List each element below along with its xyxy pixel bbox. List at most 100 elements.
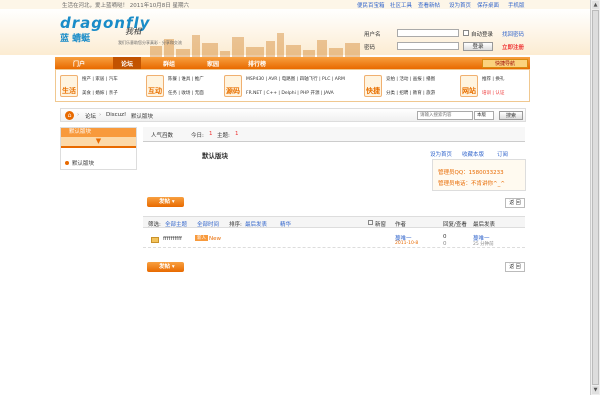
sidebar-title: 默认版块	[61, 128, 136, 137]
breadcrumb-sep: ›	[124, 112, 127, 118]
home-icon[interactable]: ⌂	[65, 111, 74, 120]
sidebar-title-text: 默认版块	[69, 129, 92, 135]
new-post-button-bottom[interactable]: 发帖 ▾	[147, 262, 184, 272]
search-input[interactable]	[417, 111, 473, 120]
breadcrumb-sep: ›	[99, 112, 102, 118]
password-input[interactable]	[397, 42, 459, 50]
table-row: ffffffffff 新人 New 蔓唯一 2011-10-8 0 0 蔓唯一 …	[143, 233, 525, 248]
subnav-links[interactable]: 培训 | 认证	[482, 90, 504, 96]
autologin-label: 自动登录	[471, 32, 494, 38]
search-button[interactable]: 搜索	[499, 111, 523, 120]
new-post-button[interactable]: 发帖 ▾	[147, 197, 184, 207]
breadcrumb-sep: ›	[77, 112, 80, 118]
username-input[interactable]	[397, 29, 459, 37]
site-icon[interactable]: 网站	[460, 75, 478, 97]
autologin-checkbox[interactable]	[463, 30, 469, 36]
password-label: 密码	[364, 45, 376, 51]
register-link[interactable]: 立即注册	[502, 43, 524, 51]
subnav-links[interactable]: 搜产 | 家居 | 汽车	[82, 76, 118, 82]
breadcrumb-forum[interactable]: 论坛	[85, 112, 96, 120]
col-last-post: 最后发表	[473, 222, 496, 228]
life-icon[interactable]: 生活	[60, 75, 78, 97]
breadcrumb: ⌂ › 论坛 › Discuz! › 默认版块 本版 搜索	[60, 108, 526, 122]
subscribe-action[interactable]: 订阅	[497, 150, 508, 158]
sidebar: 默认版块 ▼ 默认版块	[60, 127, 137, 170]
scroll-thumb[interactable]	[592, 10, 599, 385]
set-homepage-link[interactable]: 设为首页	[449, 1, 471, 9]
filter-time[interactable]: 全部时间	[197, 220, 219, 228]
quick-nav-button[interactable]: 快捷导航	[482, 59, 528, 68]
scroll-up-icon[interactable]: ▲	[592, 1, 599, 9]
topics-count: 1	[235, 131, 239, 137]
username-label: 用户名	[364, 32, 381, 38]
nav-group[interactable]: 群组	[163, 59, 175, 68]
thread-tag: 新人	[195, 235, 208, 241]
moderator-info-box: 管理员QQ：1580033233 管理员电话：不肯讲你^_^	[432, 159, 526, 191]
main-nav: 门户 论坛 群组 家园 排行榜	[55, 57, 530, 69]
forum-tabs: 人气舀数 今日: 1 主题: 1	[143, 127, 525, 142]
subnav-links[interactable]: 陈餐 | 谁具 | 推广	[168, 76, 204, 82]
forum-title: 默认版块	[202, 152, 228, 160]
moderator-phone: 管理员电话：不肯讲你^_^	[438, 181, 505, 187]
nav-forum[interactable]: 论坛	[113, 57, 142, 69]
filter-label: 筛选:	[148, 222, 161, 228]
today-label: 今日:	[191, 133, 204, 139]
folder-icon	[151, 237, 159, 243]
new-post-label: 发帖	[159, 199, 171, 205]
tab-popular[interactable]: 人气舀数	[151, 131, 173, 139]
thread-title[interactable]: ffffffffff	[163, 236, 182, 242]
save-desktop-link[interactable]: 保存桌面	[477, 1, 499, 9]
sidebar-item-default[interactable]: 默认版块	[72, 159, 94, 167]
interact-icon[interactable]: 互动	[146, 75, 164, 97]
new-post-label: 发帖	[159, 264, 171, 270]
thread-date: 2011-10-8	[395, 241, 419, 246]
bullet-icon	[65, 161, 69, 165]
nav-ranking[interactable]: 排行榜	[248, 59, 266, 68]
favorite-forum-action[interactable]: 收藏本版	[462, 150, 484, 158]
search-scope-select[interactable]: 本版	[474, 111, 494, 120]
logo-signature: 我相	[125, 27, 141, 36]
toolbox-link[interactable]: 便民百宝箱	[357, 1, 385, 9]
subnav-links[interactable]: 任务 | 收场 | 无面	[168, 90, 204, 96]
forgot-password-link[interactable]: 找回密码	[502, 30, 524, 38]
community-tools-link[interactable]: 社区工具	[390, 1, 412, 9]
new-badge: New	[209, 236, 221, 242]
subnav-interact: 互动 陈餐 | 谁具 | 推广 任务 | 收场 | 无面	[146, 72, 234, 101]
subnav-links[interactable]: 竞拍 | 活动 | 画报 | 播图	[386, 76, 435, 82]
subnav-links[interactable]: MSP430 | AVR | 电路图 | 四轴飞行 | PLC | ARM	[246, 76, 345, 82]
sort-label: 排序:	[229, 222, 242, 228]
new-window-checkbox[interactable]	[368, 220, 373, 225]
filter-all-topics[interactable]: 全部主题	[165, 220, 187, 228]
nav-portal[interactable]: 门户	[73, 59, 85, 68]
sub-nav: 生活 搜产 | 家居 | 汽车 美食 | 婚嫁 | 亲子 互动 陈餐 | 谁具 …	[55, 69, 530, 102]
sort-last-post[interactable]: 最后发表	[245, 220, 267, 228]
subnav-links[interactable]: 推荐 | 换礼	[482, 76, 504, 82]
today-count: 1	[209, 131, 213, 137]
thread-replies: 0	[443, 234, 447, 240]
col-reply-view: 回复/查看	[443, 222, 467, 228]
vertical-scrollbar[interactable]: ▲ ▼	[590, 0, 600, 395]
moderator-qq: 管理员QQ：1580033233	[438, 170, 504, 176]
subnav-links[interactable]: 分类 | 招聘 | 教育 | 旅游	[386, 90, 435, 96]
back-button-bottom[interactable]: 返 回	[505, 262, 525, 272]
topics-label: 主题:	[217, 133, 230, 139]
site-slogan: 我们乐意助您分享真彩 · 分享和交流	[118, 40, 182, 45]
collapse-icon[interactable]: ▼	[61, 137, 136, 146]
subnav-life: 生活 搜产 | 家居 | 汽车 美食 | 婚嫁 | 亲子	[58, 72, 146, 101]
subnav-links[interactable]: FR.NET | C++ | Delphi | PHP 开源 | JAVA	[246, 90, 334, 96]
subnav-links[interactable]: 美食 | 婚嫁 | 亲子	[82, 90, 118, 96]
new-window-label: 新窗	[375, 222, 387, 228]
scroll-down-icon[interactable]: ▼	[592, 386, 599, 394]
set-homepage-action[interactable]: 设为首页	[430, 150, 452, 158]
thread-list-header: 筛选: 全部主题 全部时间 排序: 最后发表 精华 新窗 作者 回复/查看 最后…	[143, 216, 525, 228]
quick-icon[interactable]: 快捷	[364, 75, 382, 97]
back-button[interactable]: 返 回	[505, 198, 525, 208]
nav-home[interactable]: 家园	[207, 59, 219, 68]
subnav-site: 网站 推荐 | 换礼 培训 | 认证	[460, 72, 528, 101]
filter-digest[interactable]: 精华	[280, 220, 291, 228]
source-icon[interactable]: 源码	[224, 75, 242, 97]
mobile-link[interactable]: 手机版	[508, 1, 525, 9]
login-button[interactable]: 登录	[463, 42, 493, 51]
sidebar-divider	[61, 146, 136, 148]
new-posts-link[interactable]: 查看新帖	[418, 1, 440, 9]
